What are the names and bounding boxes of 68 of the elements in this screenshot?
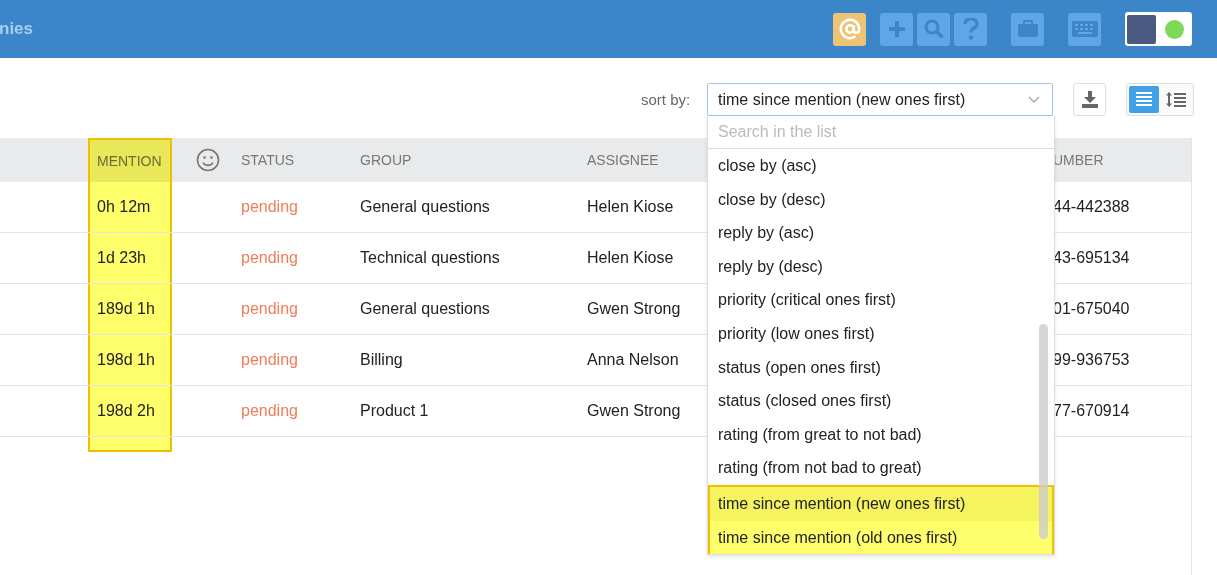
- photo-placeholder: [1127, 14, 1156, 44]
- chevron-icon: [1028, 95, 1040, 104]
- user-menu[interactable]: [1125, 12, 1192, 46]
- table-cell-text: 99-936753: [1053, 350, 1130, 370]
- help-button[interactable]: [954, 12, 987, 46]
- search-button[interactable]: [917, 12, 950, 46]
- table-cell-text: Gwen Strong: [587, 299, 681, 319]
- table-cell-text: pending: [241, 401, 298, 421]
- table-cell: 0h 12m: [88, 182, 172, 232]
- at-sign-icon: [838, 18, 861, 40]
- table-cell-text: Anna Nelson: [587, 350, 679, 370]
- table-cell: 1d 23h: [88, 233, 172, 283]
- plus-icon: [886, 19, 907, 39]
- sort-option[interactable]: time since mention (new ones first): [708, 484, 1054, 521]
- question-mark-icon: [962, 18, 979, 40]
- column-header[interactable]: GROUP: [360, 138, 587, 182]
- table-cell-text: Helen Kiose: [587, 197, 674, 217]
- briefcase-icon: [1016, 20, 1039, 38]
- search-field[interactable]: Search in the list: [708, 116, 1054, 149]
- sort-option[interactable]: rating (from not bad to great): [708, 451, 1054, 485]
- line-spacing-icon: [1166, 92, 1186, 107]
- sort-option[interactable]: reply by (asc): [708, 216, 1054, 250]
- status-dot: [1165, 19, 1184, 39]
- mention-button[interactable]: [833, 12, 866, 46]
- sort-label: sort by:: [641, 91, 692, 108]
- column-header[interactable]: UMBER: [1053, 138, 1191, 182]
- table-cell-text: 44-442388: [1053, 197, 1130, 217]
- keyboard-button[interactable]: [1068, 12, 1101, 46]
- sort-select[interactable]: time since mention (new ones first): [707, 83, 1053, 116]
- table-cell-text: Helen Kiose: [587, 248, 674, 268]
- table-cell: 198d 1h: [88, 335, 172, 385]
- sort-option[interactable]: status (open ones first): [708, 350, 1054, 385]
- table-cell-text: Gwen Strong: [587, 401, 681, 421]
- table-cell-text: Billing: [360, 350, 403, 370]
- search-icon: [923, 19, 944, 39]
- sort-option[interactable]: reply by (desc): [708, 249, 1054, 284]
- list-view-button[interactable]: [1129, 86, 1159, 113]
- add-button[interactable]: [880, 12, 913, 46]
- sort-option[interactable]: priority (low ones first): [708, 316, 1054, 351]
- table-cell-text: pending: [241, 350, 298, 370]
- table-cell-text: 43-695134: [1053, 248, 1130, 268]
- scrollbar[interactable]: [1039, 324, 1048, 539]
- table-cell-text: Product 1: [360, 401, 429, 421]
- sort-option[interactable]: status (closed ones first): [708, 384, 1054, 418]
- table-cell: 189d 1h: [88, 284, 172, 334]
- table-cell-text: 77-670914: [1053, 401, 1130, 421]
- download-icon: [1081, 91, 1098, 108]
- table-cell-text: pending: [241, 299, 298, 319]
- sort-option[interactable]: priority (critical ones first): [708, 283, 1054, 317]
- sort-option[interactable]: time since mention (old ones first): [708, 520, 1054, 555]
- table-cell: 198d 2h: [88, 386, 172, 436]
- column-header[interactable]: STATUS: [241, 138, 360, 182]
- sort-option[interactable]: close by (desc): [708, 182, 1054, 217]
- keyboard-icon: [1071, 21, 1098, 37]
- sort-option[interactable]: close by (asc): [708, 149, 1054, 183]
- briefcase-button[interactable]: [1011, 12, 1044, 46]
- table-cell-text: pending: [241, 248, 298, 268]
- download-button[interactable]: [1073, 83, 1106, 116]
- table-cell-text: General questions: [360, 299, 490, 319]
- page-title: nies: [0, 19, 34, 39]
- table-cell-text: Technical questions: [360, 248, 500, 268]
- table-cell-text: 01-675040: [1053, 299, 1130, 319]
- sort-option[interactable]: rating (from great to not bad): [708, 417, 1054, 452]
- table-cell-text: General questions: [360, 197, 490, 217]
- table-cell-text: pending: [241, 197, 298, 217]
- smiley-icon: [196, 148, 220, 172]
- list-icon: [1136, 92, 1152, 107]
- column-header[interactable]: MENTION: [88, 138, 172, 182]
